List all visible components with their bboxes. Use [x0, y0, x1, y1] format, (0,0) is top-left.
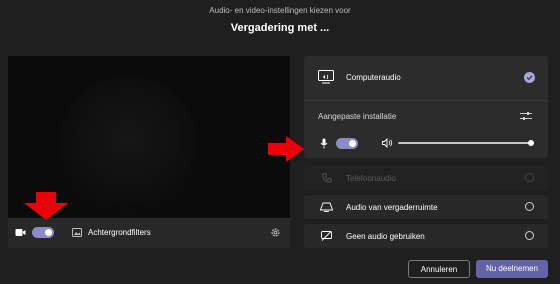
camera-toggle[interactable]	[32, 227, 54, 238]
camera-icon	[15, 229, 26, 236]
speaker-icon	[382, 138, 393, 148]
page-title: Vergadering met ...	[230, 22, 330, 34]
option-room-audio[interactable]: Audio van vergaderruimte	[304, 195, 548, 219]
camera-toggle-knob	[45, 229, 52, 236]
option-phone-audio-label: Telefoonaudio	[346, 174, 396, 183]
annotation-arrow-right	[268, 136, 304, 162]
option-phone-audio-radio	[525, 173, 534, 182]
option-no-audio-radio[interactable]	[525, 231, 534, 240]
selected-check-icon	[524, 72, 535, 83]
background-filters-icon[interactable]	[72, 228, 82, 237]
option-no-audio-label: Geen audio gebruiken	[346, 232, 425, 241]
phone-icon	[322, 173, 332, 183]
cancel-button[interactable]: Annuleren	[408, 260, 470, 278]
microphone-icon	[320, 138, 328, 149]
camera-preview-image	[58, 76, 198, 216]
option-phone-audio: Telefoonaudio	[304, 166, 548, 190]
room-audio-icon	[320, 202, 333, 212]
join-now-button[interactable]: Nu deelnemen	[476, 260, 548, 278]
speaker-volume-slider[interactable]	[398, 142, 530, 144]
option-room-audio-label: Audio van vergaderruimte	[346, 203, 438, 212]
audio-settings-sliders-icon[interactable]	[520, 111, 532, 121]
video-toolbar: Achtergrondfilters	[8, 218, 290, 248]
gear-icon[interactable]	[270, 227, 281, 238]
page-subtitle: Audio- en video-instellingen kiezen voor	[209, 6, 351, 15]
card-divider	[304, 100, 548, 101]
option-room-audio-radio[interactable]	[525, 202, 534, 211]
microphone-toggle-knob	[349, 140, 356, 147]
microphone-toggle[interactable]	[336, 138, 358, 149]
computer-audio-label: Computeraudio	[346, 73, 401, 82]
prejoin-screen: Audio- en video-instellingen kiezen voor…	[0, 0, 560, 284]
speaker-volume-thumb[interactable]	[528, 140, 534, 146]
custom-setup-label: Aangepaste installatie	[318, 112, 397, 121]
background-filters-label[interactable]: Achtergrondfilters	[88, 228, 151, 237]
annotation-arrow-down	[24, 192, 68, 220]
option-no-audio[interactable]: Geen audio gebruiken	[304, 224, 548, 248]
no-audio-icon	[321, 231, 332, 241]
computer-audio-icon	[318, 70, 334, 84]
